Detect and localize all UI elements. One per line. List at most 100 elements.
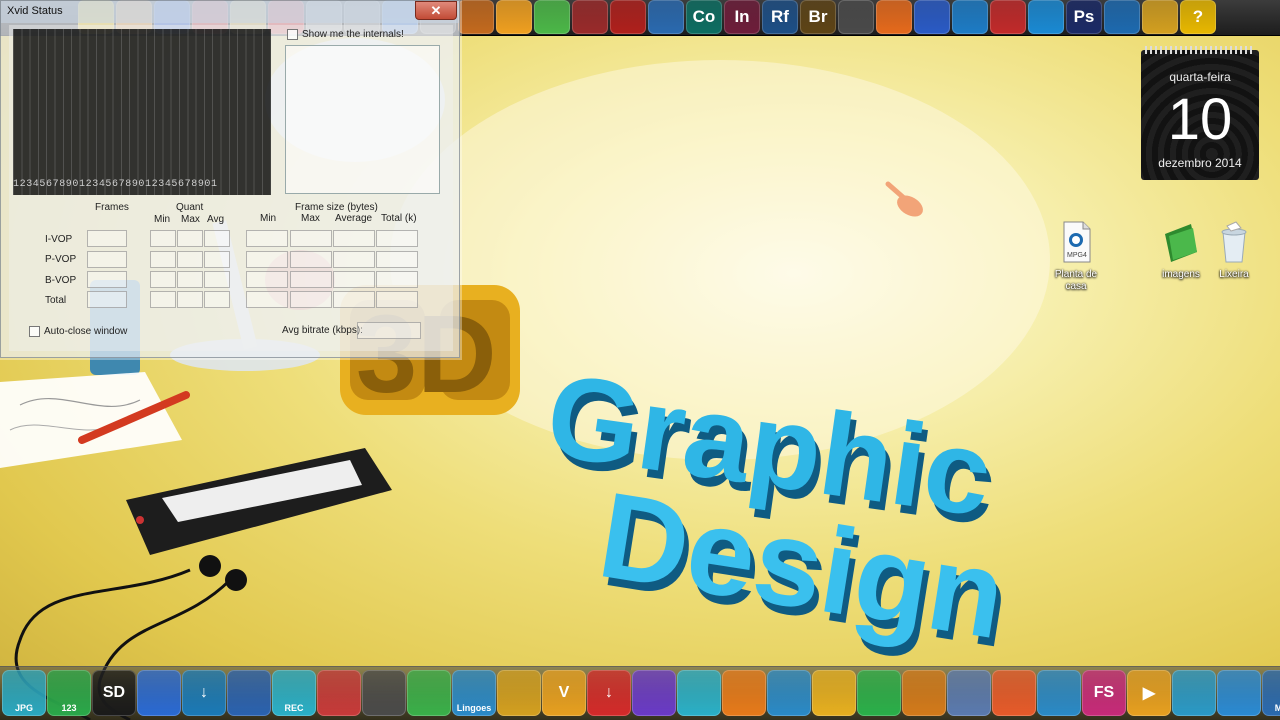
- xvid-status-window[interactable]: Xvid Status ✕ 12345678901234567890123456…: [0, 0, 460, 358]
- globe-icon[interactable]: [952, 0, 988, 34]
- calendar-gadget[interactable]: quarta-feira 10 dezembro 2014: [1141, 46, 1259, 180]
- photos-icon[interactable]: [992, 670, 1036, 716]
- screenshot-icon[interactable]: [947, 670, 991, 716]
- dock-icon-label: Br: [808, 7, 828, 26]
- desktop-icon-planta-de-casa[interactable]: MPG4 Planta de casa: [1045, 220, 1107, 293]
- scissors-icon[interactable]: [1037, 670, 1081, 716]
- acrobat-icon[interactable]: [610, 0, 646, 34]
- magnifier-doc-icon[interactable]: [227, 670, 271, 716]
- network-icon[interactable]: [1028, 0, 1064, 34]
- sd-recovery-icon[interactable]: [857, 670, 901, 716]
- red-download-icon[interactable]: ↓: [587, 670, 631, 716]
- cloud-sync-icon[interactable]: [1217, 670, 1261, 716]
- dock-icon-label: Ps: [1073, 7, 1095, 26]
- mpg4-file-icon: MPG4: [1063, 221, 1091, 263]
- dock-icon-label: ▶: [1142, 685, 1156, 702]
- reflow-icon[interactable]: Rf: [762, 0, 798, 34]
- dock-icon-label: Lingoes: [456, 703, 492, 713]
- stat-cell: [150, 251, 176, 268]
- stat-cell: [177, 251, 203, 268]
- quant-header: Quant: [176, 202, 204, 213]
- fs-icon[interactable]: FS: [1082, 670, 1126, 716]
- burn-icon[interactable]: [722, 670, 766, 716]
- brain-icon[interactable]: [767, 670, 811, 716]
- mp3-search-icon[interactable]: [1104, 0, 1140, 34]
- show-internals-option[interactable]: Show me the internals!: [287, 29, 404, 40]
- recycle-bin-icon: [1221, 221, 1247, 263]
- calculator2-icon[interactable]: [362, 670, 406, 716]
- play-icon[interactable]: ▶: [1127, 670, 1171, 716]
- photoshop-icon[interactable]: Ps: [1066, 0, 1102, 34]
- dock-icon-label: REC: [284, 703, 304, 713]
- dock-icon-label: V: [558, 684, 570, 701]
- quantizer-histogram: [13, 29, 271, 195]
- stat-cell: [246, 291, 288, 308]
- bridge-icon[interactable]: Br: [800, 0, 836, 34]
- indesign-icon[interactable]: In: [724, 0, 760, 34]
- window-titlebar[interactable]: Xvid Status ✕: [1, 1, 459, 23]
- stat-cell: [333, 230, 375, 247]
- paint-icon[interactable]: [137, 670, 181, 716]
- auto-close-checkbox[interactable]: [29, 326, 40, 337]
- stat-cell: [204, 251, 230, 268]
- cursor-app-icon[interactable]: [914, 0, 950, 34]
- quantizer-digits: 1234567890123456789012345678901: [13, 179, 218, 190]
- show-internals-label: Show me the internals!: [302, 29, 404, 40]
- phone-art: [126, 448, 392, 555]
- picture-icon[interactable]: [677, 670, 721, 716]
- quant-min-header: Min: [154, 214, 171, 225]
- help-icon[interactable]: ?: [1180, 0, 1216, 34]
- box-icon[interactable]: [458, 0, 494, 34]
- auto-close-option[interactable]: Auto-close window: [29, 326, 127, 337]
- resize-icon[interactable]: [407, 670, 451, 716]
- bottom-dock-icons: JPG 123 SD ↓ REC Lingoes V ↓ FS ▶ MP3: [2, 670, 1280, 716]
- media-play-icon[interactable]: [496, 0, 532, 34]
- net-tool-icon[interactable]: [317, 670, 361, 716]
- lion-icon[interactable]: [497, 670, 541, 716]
- jpg-converter-icon[interactable]: JPG: [2, 670, 46, 716]
- stat-cell: [376, 271, 418, 288]
- size-average-header: Average: [335, 213, 373, 224]
- lingoes-icon[interactable]: Lingoes: [452, 670, 496, 716]
- stat-cell: [376, 291, 418, 308]
- desktop-icon-lixeira[interactable]: Lixeira: [1203, 220, 1265, 281]
- v-app-icon[interactable]: V: [542, 670, 586, 716]
- square-app-icon[interactable]: [812, 670, 856, 716]
- stat-cell: [246, 230, 288, 247]
- stat-cell: [177, 291, 203, 308]
- quill-icon[interactable]: [648, 0, 684, 34]
- row-label-total: Total: [45, 295, 67, 306]
- stat-cell: [87, 251, 127, 268]
- dock-icon-label: MP3: [1274, 703, 1280, 713]
- quant-max-header: Max: [181, 214, 200, 225]
- mpg4-badge: MPG4: [1067, 252, 1087, 259]
- calculator-icon[interactable]: 123: [47, 670, 91, 716]
- screen-recorder-icon[interactable]: REC: [272, 670, 316, 716]
- close-button[interactable]: ✕: [415, 1, 457, 20]
- stat-cell: [150, 291, 176, 308]
- incopy-icon[interactable]: Co: [686, 0, 722, 34]
- dock-icon-label: JPG: [14, 703, 33, 713]
- stat-cell: [177, 230, 203, 247]
- stat-cell: [333, 291, 375, 308]
- dock-icon-label: ↓: [605, 684, 613, 701]
- pentagon-icon[interactable]: [632, 670, 676, 716]
- headphones-icon[interactable]: [1172, 670, 1216, 716]
- close-icon: ✕: [430, 2, 442, 18]
- green-folder-icon: [1165, 224, 1197, 262]
- mp3-cutter-icon[interactable]: MP3: [1262, 670, 1280, 716]
- stat-cell: [150, 230, 176, 247]
- auto-close-label: Auto-close window: [44, 326, 128, 337]
- quant-avg-header: Avg: [207, 214, 225, 225]
- puzzle-app-icon[interactable]: [572, 0, 608, 34]
- download-arrow-icon[interactable]: ↓: [182, 670, 226, 716]
- firefox-icon[interactable]: [876, 0, 912, 34]
- desktop-icon-label: Planta de casa: [1054, 269, 1098, 292]
- gold-app-icon[interactable]: [1142, 0, 1178, 34]
- music-note-icon[interactable]: [534, 0, 570, 34]
- show-internals-checkbox[interactable]: [287, 29, 298, 40]
- sd-card-icon[interactable]: SD: [92, 670, 136, 716]
- download-icon[interactable]: [990, 0, 1026, 34]
- refresh-icon[interactable]: [838, 0, 874, 34]
- sync-icon[interactable]: [902, 670, 946, 716]
